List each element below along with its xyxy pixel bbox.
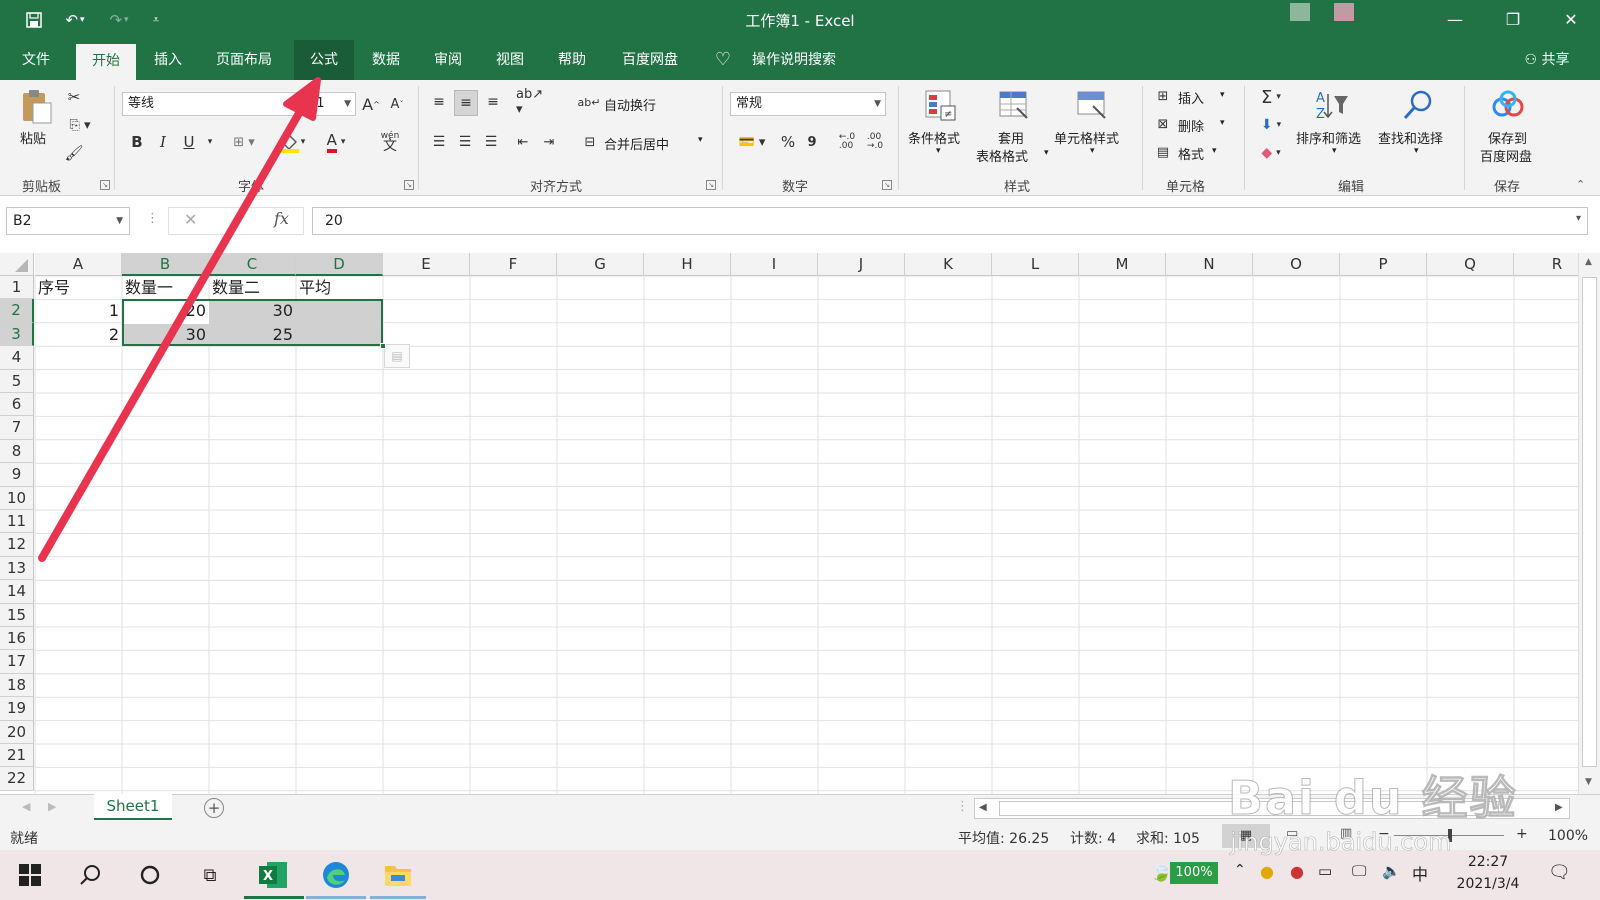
excel-window: ↶ ▾ ↷ ▾ ⩡ 工作簿1 - Excel — ❐ ✕ 文件 开始 插入 页面布局… [0,0,1600,900]
annotation-arrow [38,77,321,562]
